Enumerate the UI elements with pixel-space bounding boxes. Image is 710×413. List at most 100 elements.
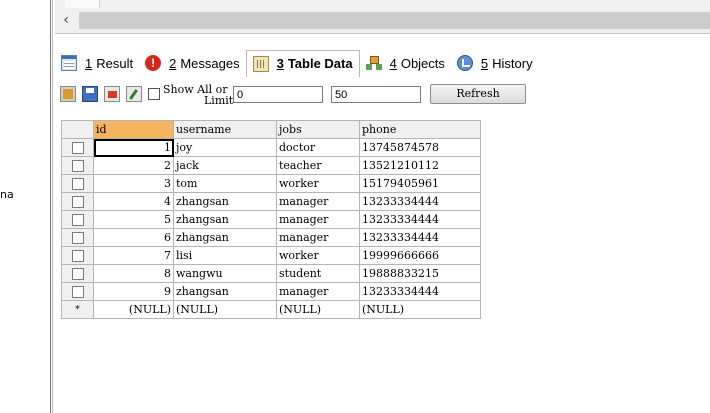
cell-phone[interactable]: 15179405961: [359, 174, 481, 193]
horizontal-scrollbar[interactable]: ‹: [55, 8, 710, 34]
row-checkbox[interactable]: [71, 160, 84, 172]
row-select-cell[interactable]: [61, 228, 94, 247]
row-select-cell[interactable]: [61, 282, 94, 301]
cell-jobs[interactable]: worker: [276, 174, 360, 193]
row-checkbox[interactable]: [71, 232, 84, 244]
row-checkbox[interactable]: [71, 214, 84, 226]
cell-username[interactable]: wangwu: [173, 264, 277, 283]
tab-history[interactable]: 5 History: [451, 50, 539, 76]
edit-icon[interactable]: [126, 86, 142, 102]
row-select-cell[interactable]: [61, 210, 94, 229]
column-header-jobs[interactable]: jobs: [276, 120, 360, 139]
table-row[interactable]: 6 zhangsan manager 13233334444: [61, 228, 481, 247]
cell-username[interactable]: zhangsan: [173, 228, 277, 247]
column-header-phone[interactable]: phone: [359, 120, 481, 139]
delete-row-icon[interactable]: [104, 86, 120, 102]
cell-jobs[interactable]: manager: [276, 228, 360, 247]
cell-username[interactable]: zhangsan: [173, 282, 277, 301]
new-row-marker: *: [61, 300, 94, 319]
cell-jobs[interactable]: worker: [276, 246, 360, 265]
cell-username[interactable]: zhangsan: [173, 210, 277, 229]
row-select-cell[interactable]: [61, 156, 94, 175]
cell-phone[interactable]: 13233334444: [359, 210, 481, 229]
cell-jobs[interactable]: doctor: [276, 138, 360, 157]
history-icon: [456, 55, 473, 71]
cell-username[interactable]: jack: [173, 156, 277, 175]
cell-username[interactable]: joy: [173, 138, 277, 157]
corner-cell[interactable]: [61, 120, 94, 139]
row-select-cell[interactable]: [61, 246, 94, 265]
header-row: id username jobs phone: [61, 120, 481, 139]
cell-id[interactable]: 2: [93, 156, 174, 175]
cell-phone[interactable]: 13233334444: [359, 192, 481, 211]
cell-username[interactable]: (NULL): [173, 300, 277, 319]
cell-username[interactable]: tom: [173, 174, 277, 193]
tab-result[interactable]: 1 Result: [55, 50, 139, 76]
result-tabs: 1 Result 2 Messages 3 Table Data 4 Objec…: [55, 48, 710, 78]
truncated-text: na: [0, 188, 14, 201]
table-data-icon: [252, 55, 269, 72]
table-row[interactable]: 3 tom worker 15179405961: [61, 174, 481, 193]
splitter[interactable]: [50, 0, 51, 413]
row-select-cell[interactable]: [61, 138, 94, 157]
cell-jobs[interactable]: manager: [276, 192, 360, 211]
cell-jobs[interactable]: manager: [276, 282, 360, 301]
insert-row-icon[interactable]: [60, 86, 76, 102]
table-row[interactable]: 9 zhangsan manager 13233334444: [61, 282, 481, 301]
limit-count-input[interactable]: 50: [331, 85, 421, 103]
scroll-left-icon[interactable]: ‹: [57, 11, 75, 29]
tab-objects[interactable]: 4 Objects: [360, 50, 451, 76]
scrollbar-track[interactable]: [79, 12, 710, 29]
row-checkbox[interactable]: [71, 286, 84, 298]
row-checkbox[interactable]: [71, 250, 84, 262]
table-row[interactable]: 1 joy doctor 13745874578: [61, 138, 481, 157]
new-row[interactable]: * (NULL) (NULL) (NULL) (NULL): [61, 300, 481, 319]
row-select-cell[interactable]: [61, 174, 94, 193]
show-all-checkbox[interactable]: [148, 88, 160, 100]
row-checkbox[interactable]: [71, 268, 84, 280]
row-checkbox[interactable]: [71, 142, 84, 154]
left-panel: na: [0, 0, 50, 413]
table-row[interactable]: 4 zhangsan manager 13233334444: [61, 192, 481, 211]
cell-phone[interactable]: 13233334444: [359, 282, 481, 301]
objects-icon: [365, 55, 382, 71]
save-icon[interactable]: [82, 86, 98, 102]
row-select-cell[interactable]: [61, 264, 94, 283]
column-header-id[interactable]: id: [93, 120, 174, 139]
table-data-toolbar: Show All or Limit 0 50 Refresh: [55, 82, 710, 106]
cell-phone[interactable]: 13521210112: [359, 156, 481, 175]
table-row[interactable]: 2 jack teacher 13521210112: [61, 156, 481, 175]
row-select-cell[interactable]: [61, 192, 94, 211]
cell-id[interactable]: 4: [93, 192, 174, 211]
tab-table-data[interactable]: 3 Table Data: [245, 49, 360, 77]
row-checkbox[interactable]: [71, 178, 84, 190]
cell-phone[interactable]: 13745874578: [359, 138, 481, 157]
table-row[interactable]: 7 lisi worker 19999666666: [61, 246, 481, 265]
cell-phone[interactable]: (NULL): [359, 300, 481, 319]
refresh-button[interactable]: Refresh: [430, 84, 526, 104]
cell-id[interactable]: 3: [93, 174, 174, 193]
limit-start-input[interactable]: 0: [233, 85, 323, 103]
cell-id[interactable]: 7: [93, 246, 174, 265]
cell-id[interactable]: 8: [93, 264, 174, 283]
cell-id[interactable]: 9: [93, 282, 174, 301]
data-grid: id username jobs phone 1 joy doctor 1374587…: [61, 120, 481, 319]
cell-id[interactable]: 1: [93, 138, 174, 157]
cell-username[interactable]: lisi: [173, 246, 277, 265]
cell-id[interactable]: 6: [93, 228, 174, 247]
cell-id[interactable]: (NULL): [93, 300, 174, 319]
table-row[interactable]: 5 zhangsan manager 13233334444: [61, 210, 481, 229]
cell-username[interactable]: zhangsan: [173, 192, 277, 211]
cell-id[interactable]: 5: [93, 210, 174, 229]
tab-messages[interactable]: 2 Messages: [139, 50, 245, 76]
table-row[interactable]: 8 wangwu student 19888833215: [61, 264, 481, 283]
row-checkbox[interactable]: [71, 196, 84, 208]
column-header-username[interactable]: username: [173, 120, 277, 139]
cell-phone[interactable]: 19999666666: [359, 246, 481, 265]
cell-jobs[interactable]: teacher: [276, 156, 360, 175]
cell-jobs[interactable]: student: [276, 264, 360, 283]
cell-jobs[interactable]: (NULL): [276, 300, 360, 319]
cell-jobs[interactable]: manager: [276, 210, 360, 229]
cell-phone[interactable]: 13233334444: [359, 228, 481, 247]
cell-phone[interactable]: 19888833215: [359, 264, 481, 283]
